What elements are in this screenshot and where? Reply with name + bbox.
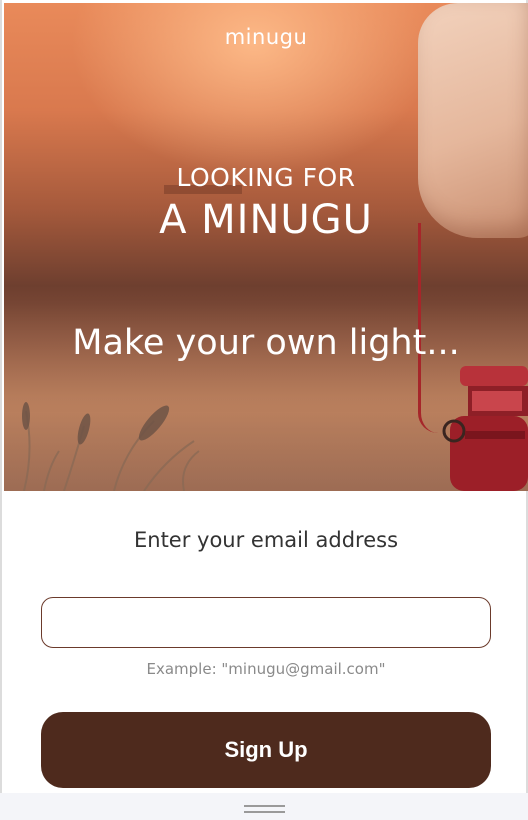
lantern-icon	[442, 366, 528, 491]
bottom-bar	[0, 793, 528, 820]
grass-illustration	[22, 402, 200, 491]
hero-banner: minugu LOOKING FOR A MINUGU Make your ow…	[4, 3, 528, 491]
sign-up-button[interactable]: Sign Up	[41, 712, 491, 788]
app-frame: minugu LOOKING FOR A MINUGU Make your ow…	[0, 0, 528, 793]
brand-logo: minugu	[224, 25, 308, 49]
hero-tagline: Make your own light...	[72, 323, 460, 363]
email-field[interactable]	[41, 597, 491, 648]
drag-handle-icon[interactable]	[244, 805, 285, 813]
hero-heading-line1: LOOKING FOR	[176, 163, 356, 192]
email-example-hint: Example: "minugu@gmail.com"	[146, 660, 386, 678]
email-label: Enter your email address	[133, 528, 399, 552]
hero-heading-line2: A MINUGU	[159, 197, 373, 243]
